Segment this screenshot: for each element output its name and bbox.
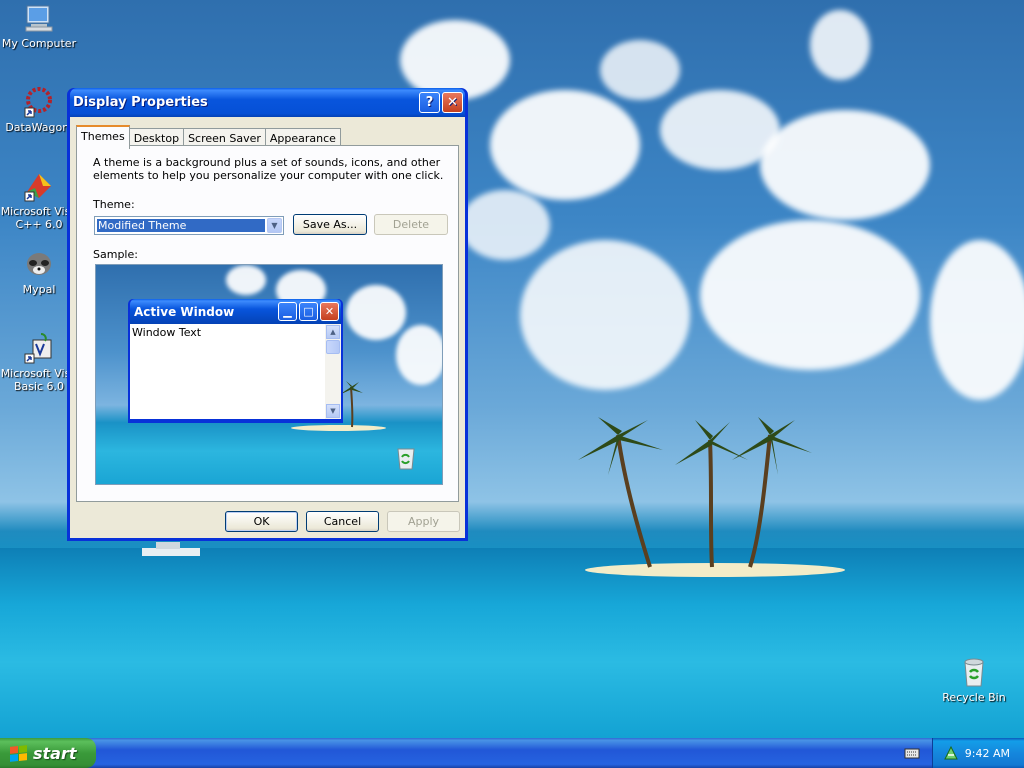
sample-title-bar: Active Window ▁ □ ✕	[130, 299, 341, 324]
palm-trees	[578, 417, 812, 568]
sample-window-text: Window Text	[132, 326, 202, 339]
dialog-body: Themes Desktop Screen Saver Appearance A…	[70, 117, 465, 538]
cloud	[810, 10, 870, 80]
cloud	[520, 240, 690, 390]
start-button[interactable]: start	[0, 738, 96, 768]
ok-button[interactable]: OK	[225, 511, 298, 532]
close-icon: ✕	[320, 302, 339, 321]
theme-description: A theme is a background plus a set of so…	[93, 156, 444, 182]
sample-label: Sample:	[93, 248, 138, 261]
cancel-button[interactable]: Cancel	[306, 511, 379, 532]
sea	[0, 548, 1024, 738]
scroll-up-icon: ▲	[326, 325, 340, 339]
visual-cpp-icon	[23, 170, 55, 202]
save-as-button[interactable]: Save As...	[293, 214, 367, 235]
sample-window-content: Window Text ▲ ▼	[130, 324, 341, 419]
network-icon[interactable]	[943, 745, 959, 761]
cloud	[600, 40, 680, 100]
cloud	[460, 190, 550, 260]
cloud	[930, 240, 1024, 400]
boat	[142, 542, 200, 556]
cloud	[700, 220, 920, 370]
scroll-thumb	[326, 340, 340, 354]
datawagon-icon	[23, 86, 55, 118]
display-properties-window[interactable]: Display Properties ? ✕ Themes Desktop Sc…	[67, 88, 468, 541]
recycle-bin-icon	[958, 656, 990, 688]
minimize-icon: ▁	[278, 302, 297, 321]
system-tray: 9:42 AM	[932, 738, 1024, 768]
cloud	[346, 285, 406, 340]
start-label: start	[33, 743, 77, 763]
mypal-icon	[23, 248, 55, 280]
window-title: Display Properties	[73, 95, 208, 110]
sample-scrollbar: ▲ ▼	[325, 324, 341, 419]
cloud	[760, 110, 930, 220]
title-bar[interactable]: Display Properties ? ✕	[70, 88, 465, 117]
recycle-bin-icon	[397, 448, 415, 470]
visual-basic-icon	[23, 332, 55, 364]
themes-panel: A theme is a background plus a set of so…	[76, 145, 459, 502]
close-icon: ✕	[447, 95, 458, 110]
desktop-icon-my-computer[interactable]: My Computer	[0, 2, 78, 50]
help-button[interactable]: ?	[419, 92, 440, 113]
clock[interactable]: 9:42 AM	[965, 747, 1010, 760]
theme-sample-preview: Active Window ▁ □ ✕ Window Text ▲ ▼	[95, 264, 443, 485]
keyboard-icon[interactable]	[904, 746, 920, 760]
desktop-icon-recycle-bin[interactable]: Recycle Bin	[935, 656, 1013, 704]
theme-label: Theme:	[93, 198, 135, 211]
taskbar[interactable]: start 9:42 AM	[0, 738, 1024, 768]
tab-themes[interactable]: Themes	[76, 125, 130, 149]
theme-dropdown-value: Modified Theme	[97, 219, 265, 232]
cloud	[490, 90, 640, 200]
chevron-down-icon[interactable]: ▼	[267, 218, 282, 233]
cloud	[396, 325, 442, 385]
maximize-icon: □	[299, 302, 318, 321]
cloud	[226, 265, 266, 295]
scroll-down-icon: ▼	[326, 404, 340, 418]
windows-logo-icon	[10, 744, 27, 762]
close-button[interactable]: ✕	[442, 92, 463, 113]
sample-active-window: Active Window ▁ □ ✕ Window Text ▲ ▼	[128, 299, 343, 423]
delete-button[interactable]: Delete	[374, 214, 448, 235]
apply-button[interactable]: Apply	[387, 511, 460, 532]
help-icon: ?	[425, 95, 434, 110]
theme-dropdown[interactable]: Modified Theme ▼	[94, 216, 284, 235]
my-computer-icon	[23, 2, 55, 34]
sample-window-title: Active Window	[134, 304, 235, 319]
